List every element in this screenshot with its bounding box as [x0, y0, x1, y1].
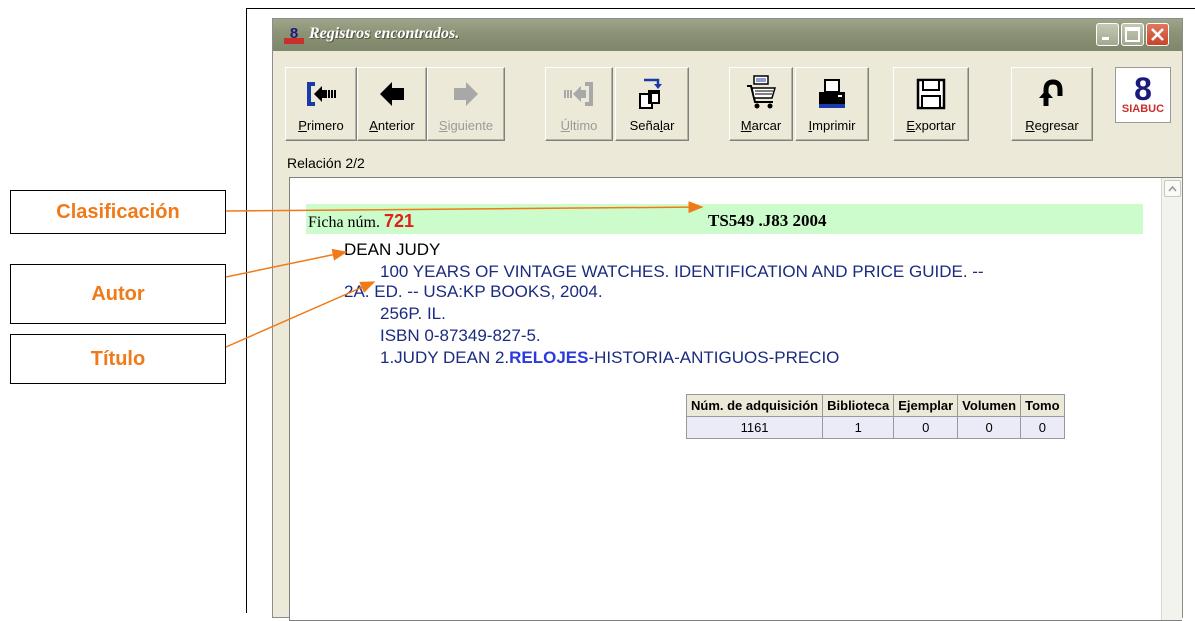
- titulo-arrow: [225, 281, 376, 348]
- clasificacion-arrow: [225, 201, 704, 214]
- autor-arrow: [225, 248, 348, 278]
- callout-arrows: [225, 201, 704, 348]
